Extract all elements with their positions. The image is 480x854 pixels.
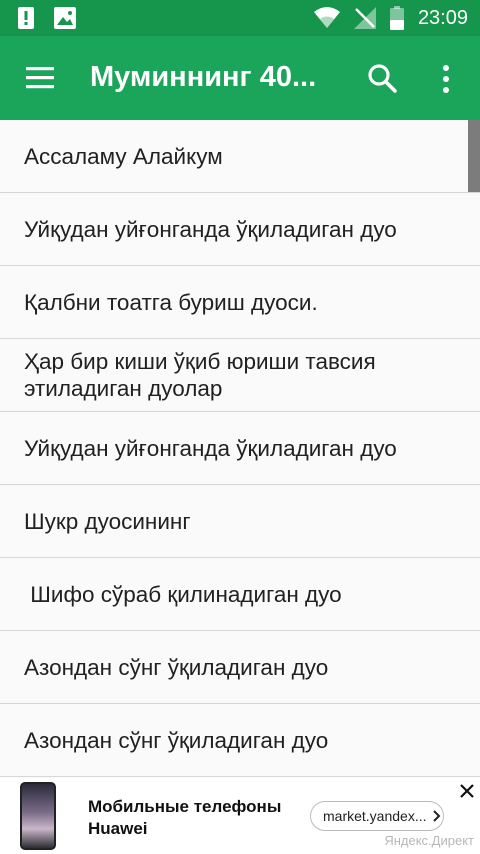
- ad-source-label: Яндекс.Директ: [384, 833, 474, 848]
- more-options-icon[interactable]: [434, 62, 458, 96]
- list-item-label: Шифо сўраб қилинадиган дуо: [24, 581, 342, 607]
- wifi-icon: [313, 7, 340, 28]
- list-item-label: Ассаламу Алайкум: [24, 143, 223, 169]
- app-bar: Муминнинг 40...: [0, 36, 480, 120]
- chevron-right-icon: [432, 810, 440, 822]
- page-title: Муминнинг 40...: [90, 61, 317, 93]
- list-item[interactable]: Шифо сўраб қилинадиган дуо: [0, 558, 480, 631]
- ad-link-label: market.yandex...: [323, 808, 427, 824]
- list-item-label: Уйқудан уйғонганда ўқиладиган дуо: [24, 216, 397, 242]
- search-icon[interactable]: [366, 62, 400, 96]
- list-item[interactable]: Уйқудан уйғонганда ўқиладиган дуо: [0, 193, 480, 266]
- list-item-label: Азондан сўнг ўқиладиган дуо: [24, 727, 329, 753]
- ad-title[interactable]: Мобильные телефоны Huawei: [88, 796, 298, 840]
- menu-icon[interactable]: [24, 64, 58, 92]
- scrollbar-thumb[interactable]: [468, 120, 480, 192]
- list-item[interactable]: Ҳар бир киши ўқиб юриши тавсия этиладига…: [0, 339, 480, 412]
- list-item[interactable]: Азондан сўнг ўқиладиган дуо: [0, 704, 480, 777]
- list-item-label: Қалбни тоатга буриш дуоси.: [24, 289, 318, 315]
- battery-icon: [389, 6, 404, 30]
- ad-product-image[interactable]: [20, 782, 56, 850]
- list-item[interactable]: Ассаламу Алайкум: [0, 120, 480, 193]
- list-item-label: Ҳар бир киши ўқиб юриши тавсия этиладига…: [24, 349, 376, 401]
- no-signal-icon: [353, 7, 376, 29]
- list-item-label: Азондан сўнг ўқиладиган дуо: [24, 654, 329, 680]
- ad-link-button[interactable]: market.yandex...: [310, 801, 444, 831]
- list-item[interactable]: Қалбни тоатга буриш дуоси.: [0, 266, 480, 339]
- image-notification-icon: [54, 7, 76, 29]
- status-time: 23:09: [417, 6, 468, 29]
- list-item-label: Уйқудан уйғонганда ўқиладиган дуо: [24, 435, 397, 461]
- status-bar: 23:09: [0, 0, 480, 36]
- list-item[interactable]: Азондан сўнг ўқиладиган дуо: [0, 631, 480, 704]
- close-icon[interactable]: [458, 782, 476, 800]
- dua-list[interactable]: Ассаламу Алайкум Уйқудан уйғонганда ўқил…: [0, 120, 480, 778]
- list-item-label: Шукр дуосининг: [24, 508, 191, 534]
- ad-banner[interactable]: Мобильные телефоны Huawei market.yandex.…: [0, 778, 480, 854]
- list-item[interactable]: Уйқудан уйғонганда ўқиладиган дуо: [0, 412, 480, 485]
- list-item[interactable]: Шукр дуосининг: [0, 485, 480, 558]
- alert-notification-icon: [18, 7, 34, 29]
